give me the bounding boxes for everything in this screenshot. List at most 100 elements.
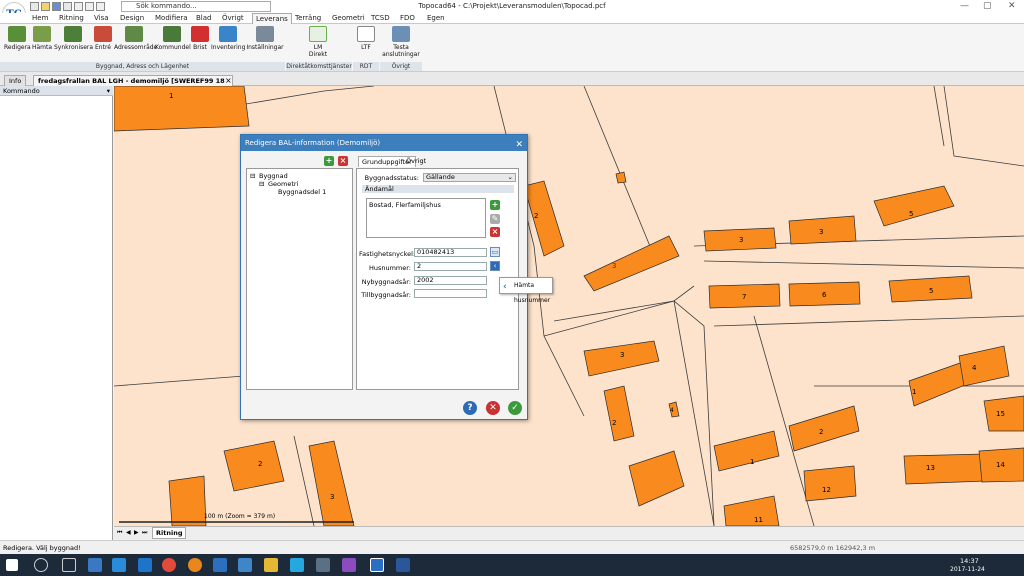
test-connections-button[interactable]: Testa anslutningar bbox=[381, 26, 421, 58]
save-icon[interactable] bbox=[52, 2, 61, 11]
tab-info[interactable]: Info bbox=[4, 75, 27, 86]
next-sheet-button[interactable]: ▶ bbox=[134, 529, 139, 536]
tree-node-building[interactable]: Byggnad bbox=[259, 172, 288, 180]
building[interactable] bbox=[615, 171, 627, 184]
address-area-button[interactable]: Adressområde bbox=[114, 26, 157, 51]
building[interactable] bbox=[713, 430, 780, 472]
minimize-button[interactable]: — bbox=[960, 1, 969, 11]
building[interactable] bbox=[873, 185, 955, 227]
tree-expander[interactable]: ⊟ bbox=[250, 172, 255, 180]
house-number-field[interactable]: 2 bbox=[414, 262, 487, 271]
tab-fdo[interactable]: FDO bbox=[400, 14, 415, 22]
purpose-list[interactable]: Bostad, Flerfamiljshus bbox=[366, 198, 486, 238]
fetch-button[interactable]: Hämta bbox=[31, 26, 53, 51]
command-search-input[interactable]: Sök kommando... bbox=[121, 1, 271, 12]
tab-leverans[interactable]: Leverans bbox=[252, 13, 292, 24]
status-select[interactable]: Gällande ⌄ bbox=[423, 173, 516, 182]
build-year-field[interactable]: 2002 bbox=[414, 276, 487, 285]
tab-blad[interactable]: Blad bbox=[196, 14, 211, 22]
building[interactable] bbox=[114, 86, 250, 132]
tab-visa[interactable]: Visa bbox=[94, 14, 109, 22]
new-file-icon[interactable] bbox=[30, 2, 39, 11]
chevron-down-icon[interactable]: ▾ bbox=[107, 86, 110, 96]
cancel-button[interactable]: ✕ bbox=[486, 401, 500, 415]
search-icon[interactable] bbox=[34, 558, 48, 572]
building[interactable] bbox=[803, 465, 857, 502]
task-view-icon[interactable] bbox=[62, 558, 76, 572]
word-icon[interactable] bbox=[396, 558, 410, 572]
tab-ritning-sheet[interactable]: Ritning bbox=[152, 527, 187, 539]
building[interactable] bbox=[603, 385, 635, 442]
lm-direkt-button[interactable]: LM Direkt bbox=[298, 26, 338, 58]
teamviewer-icon[interactable] bbox=[213, 558, 227, 572]
tab-design[interactable]: Design bbox=[120, 14, 144, 22]
ltf-button[interactable]: LTF bbox=[355, 26, 377, 51]
windows-start-icon[interactable] bbox=[6, 559, 18, 571]
chrome-icon[interactable] bbox=[162, 558, 176, 572]
ok-button[interactable]: ✓ bbox=[508, 401, 522, 415]
delete-purpose-icon[interactable]: × bbox=[490, 227, 500, 237]
add-purpose-icon[interactable]: + bbox=[490, 200, 500, 210]
maximize-button[interactable]: ▢ bbox=[983, 1, 992, 11]
redo-icon[interactable] bbox=[85, 2, 94, 11]
undo-icon[interactable] bbox=[74, 2, 83, 11]
fetch-house-number-icon[interactable]: ‹ bbox=[490, 261, 500, 271]
app-icon[interactable] bbox=[342, 558, 356, 572]
building[interactable] bbox=[308, 440, 355, 526]
delete-icon[interactable]: × bbox=[338, 156, 348, 166]
topocad-taskbar-icon[interactable] bbox=[370, 558, 384, 572]
building[interactable] bbox=[628, 450, 685, 507]
tab-egen[interactable]: Egen bbox=[427, 14, 445, 22]
prev-sheet-button[interactable]: ◀ bbox=[126, 529, 131, 536]
close-icon[interactable]: ✕ bbox=[515, 137, 523, 153]
property-lookup-icon[interactable]: ▭ bbox=[490, 247, 500, 257]
remote-icon[interactable] bbox=[238, 558, 252, 572]
edge-icon[interactable] bbox=[138, 558, 152, 572]
building[interactable] bbox=[903, 453, 987, 485]
first-sheet-button[interactable]: ⏮ bbox=[117, 529, 122, 537]
sync-button[interactable]: Synkronisera bbox=[54, 26, 93, 51]
building[interactable] bbox=[583, 235, 680, 292]
building[interactable] bbox=[523, 180, 565, 257]
store-icon[interactable] bbox=[112, 558, 126, 572]
inventory-button[interactable]: Inventering bbox=[211, 26, 245, 51]
entrance-button[interactable]: Entré bbox=[93, 26, 113, 51]
building[interactable] bbox=[223, 440, 285, 492]
edit-button[interactable]: Redigera bbox=[4, 26, 31, 51]
add-icon[interactable]: + bbox=[324, 156, 334, 166]
tab-drawing[interactable]: fredagsfrallan BAL LGH - demomiljö [SWER… bbox=[33, 75, 233, 93]
property-key-field[interactable]: 010482413 bbox=[414, 248, 487, 257]
building[interactable] bbox=[723, 495, 780, 526]
print-icon[interactable] bbox=[63, 2, 72, 11]
explorer-icon[interactable] bbox=[264, 558, 278, 572]
last-sheet-button[interactable]: ⏭ bbox=[142, 529, 147, 537]
tree-expander[interactable]: ⊟ bbox=[259, 180, 264, 188]
tree-node-geometry[interactable]: Geometri bbox=[268, 180, 298, 188]
open-folder-icon[interactable] bbox=[41, 2, 50, 11]
firefox-icon[interactable] bbox=[188, 558, 202, 572]
flaw-button[interactable]: Brist bbox=[190, 26, 210, 51]
edit-purpose-icon[interactable]: ✎ bbox=[490, 214, 500, 224]
close-window-button[interactable]: ✕ bbox=[1008, 1, 1016, 11]
tab-terrang[interactable]: Terräng bbox=[295, 14, 321, 22]
tab-ritning[interactable]: Ritning bbox=[59, 14, 84, 22]
tab-other[interactable]: Övrigt bbox=[403, 156, 429, 166]
skype-icon[interactable] bbox=[290, 558, 304, 572]
app-icon[interactable] bbox=[316, 558, 330, 572]
tab-geometri[interactable]: Geometri bbox=[332, 14, 365, 22]
files-icon[interactable] bbox=[88, 558, 102, 572]
tab-modifiera[interactable]: Modifiera bbox=[155, 14, 188, 22]
building[interactable] bbox=[168, 475, 207, 526]
settings-button[interactable]: Inställningar bbox=[246, 26, 284, 51]
close-tab-button[interactable]: × bbox=[225, 76, 232, 85]
building[interactable] bbox=[788, 405, 860, 452]
tab-tcsd[interactable]: TCSD bbox=[371, 14, 390, 22]
tree-node-building-part[interactable]: Byggnadsdel 1 bbox=[278, 188, 326, 196]
addition-year-field[interactable] bbox=[414, 289, 487, 298]
building[interactable] bbox=[958, 345, 1010, 387]
customize-icon[interactable] bbox=[96, 2, 105, 11]
help-button[interactable]: ? bbox=[463, 401, 477, 415]
tab-hem[interactable]: Hem bbox=[32, 14, 48, 22]
municipal-part-button[interactable]: Kommundel bbox=[155, 26, 191, 51]
tab-ovrigt[interactable]: Övrigt bbox=[222, 14, 244, 22]
